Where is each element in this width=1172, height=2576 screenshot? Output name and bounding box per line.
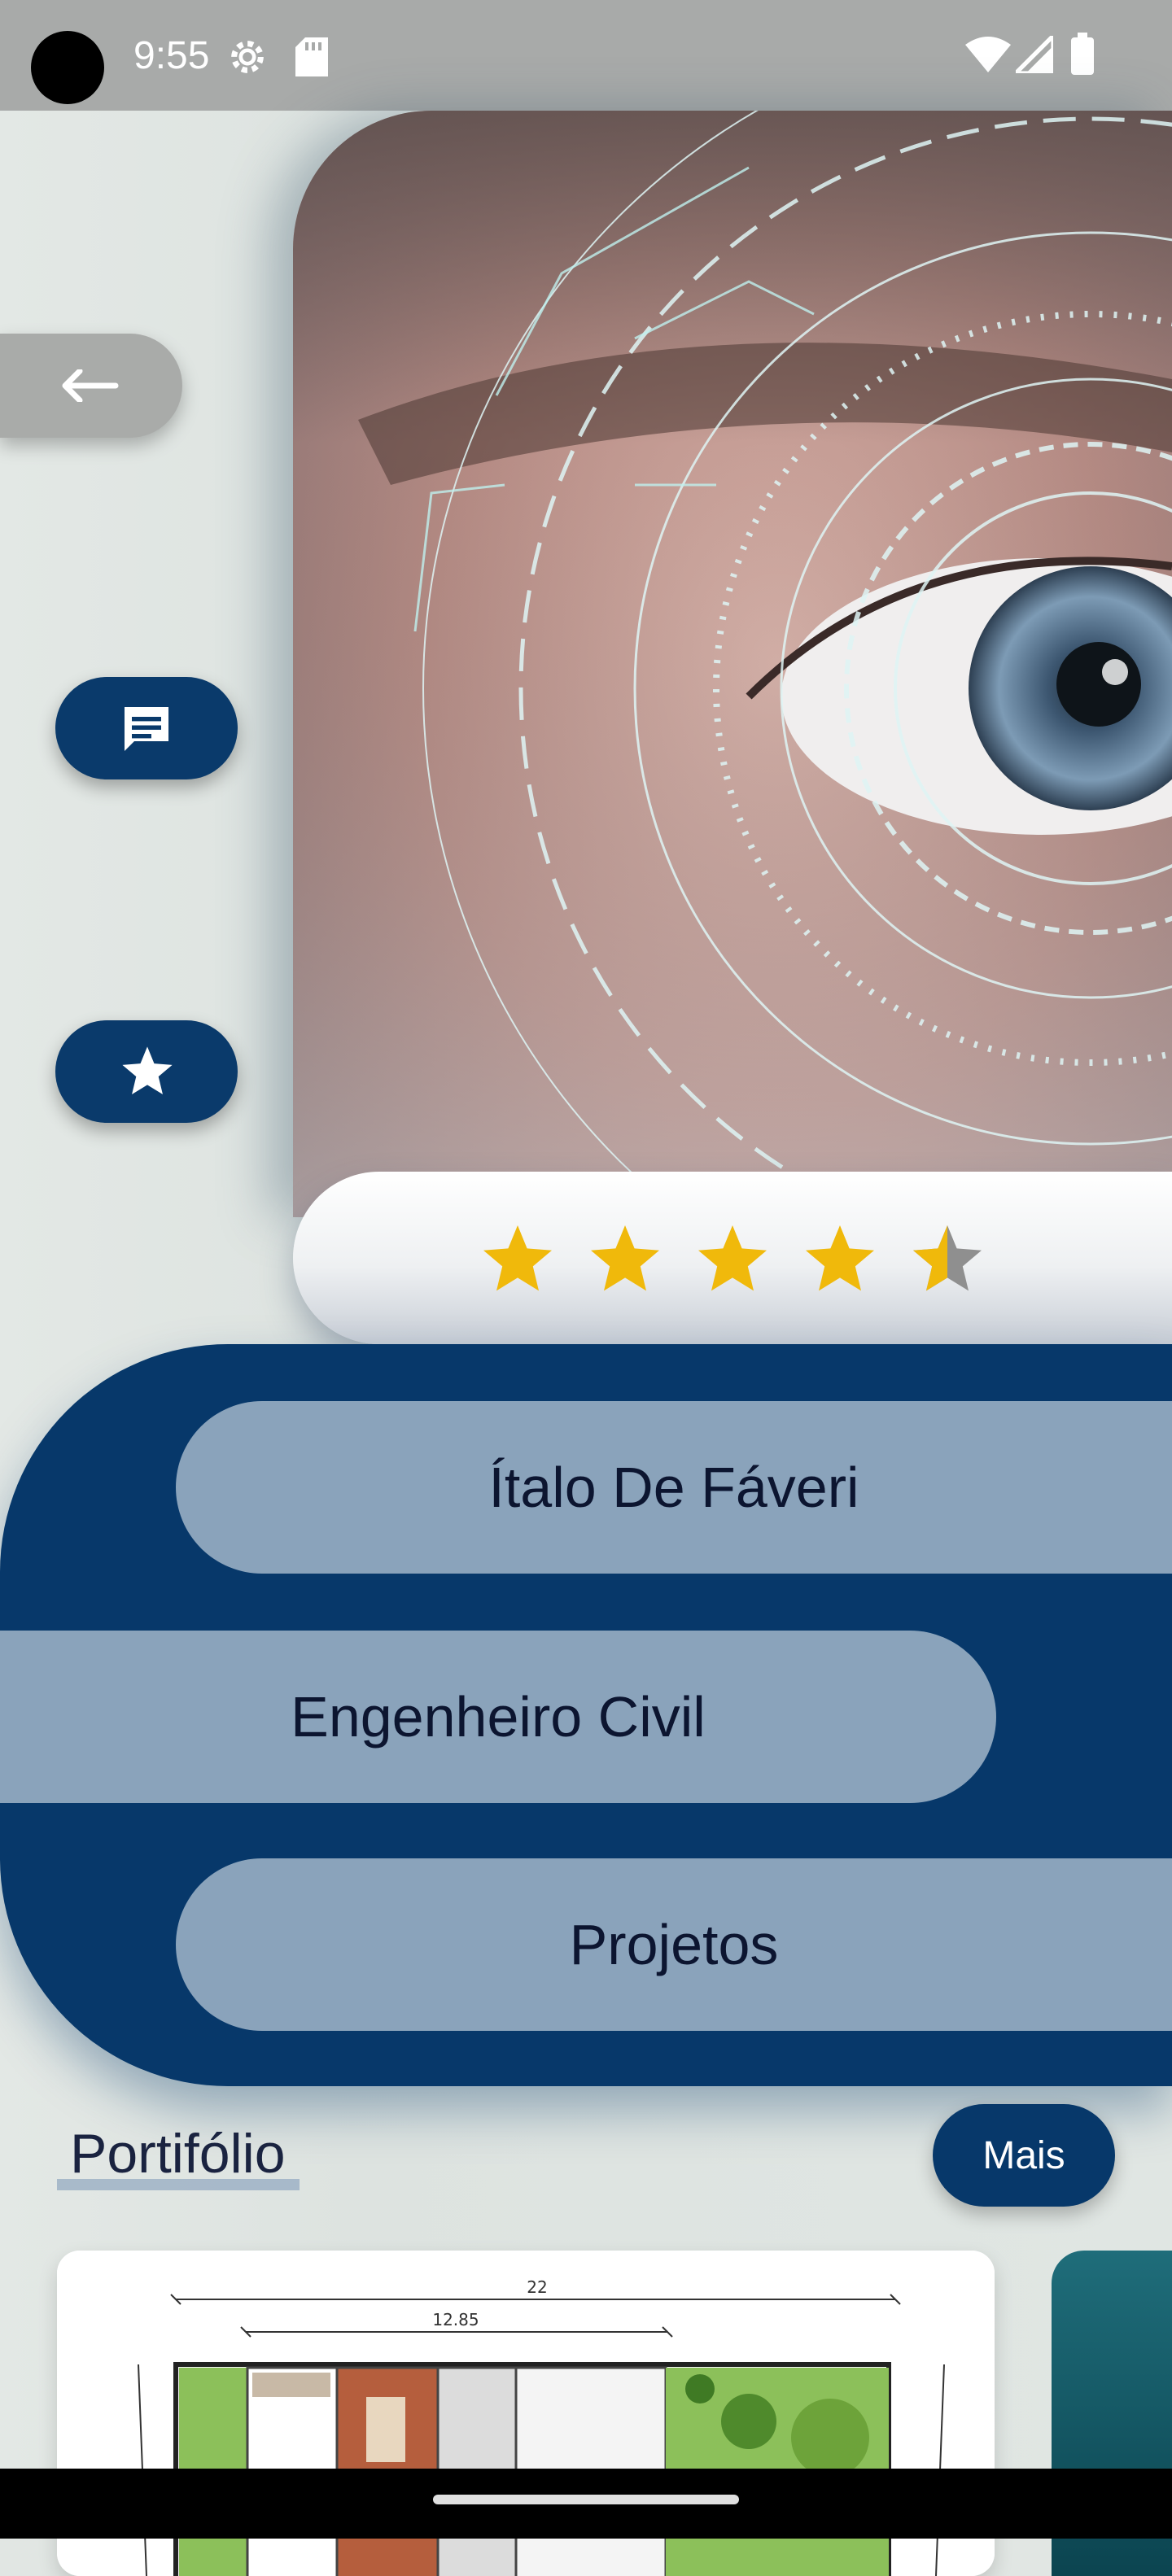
chat-icon: [125, 707, 168, 751]
profile-name: Ítalo De Fáveri: [176, 1401, 1172, 1574]
more-button-label: Mais: [982, 2133, 1065, 2177]
back-button[interactable]: [0, 334, 182, 438]
signal-icon: [1016, 36, 1053, 73]
projects-label: Projetos: [569, 1913, 779, 1976]
portfolio-title: Portifólio: [70, 2123, 286, 2185]
floorplan-dim-total: 22: [527, 2277, 547, 2297]
favorite-button[interactable]: [55, 1020, 238, 1123]
star-filled-icon: [698, 1225, 767, 1291]
status-time: 9:55: [133, 34, 210, 77]
arrow-left-icon: [62, 369, 119, 402]
hero-image: [293, 111, 1172, 1217]
star-icon: [122, 1046, 173, 1094]
more-button[interactable]: Mais: [933, 2104, 1115, 2207]
battery-icon: [1071, 33, 1094, 75]
rating-bar: [293, 1172, 1172, 1344]
star-filled-icon: [591, 1225, 659, 1291]
star-filled-icon: [806, 1225, 874, 1291]
home-indicator[interactable]: [433, 2495, 739, 2504]
profile-name-label: Ítalo De Fáveri: [488, 1456, 859, 1519]
star-half-icon: [913, 1225, 982, 1291]
wifi-icon: [965, 37, 1011, 72]
star-filled-icon: [483, 1225, 552, 1291]
message-button[interactable]: [55, 677, 238, 779]
projects-button[interactable]: Projetos: [176, 1858, 1172, 2031]
gear-icon: [231, 41, 264, 73]
status-bar: 9:55: [0, 0, 1172, 111]
profile-role: Engenheiro Civil: [0, 1631, 996, 1803]
camera-cutout: [31, 31, 104, 104]
sd-card-icon: [295, 37, 328, 76]
floorplan-dim-partial: 12.85: [432, 2310, 479, 2329]
profile-role-label: Engenheiro Civil: [291, 1685, 706, 1749]
